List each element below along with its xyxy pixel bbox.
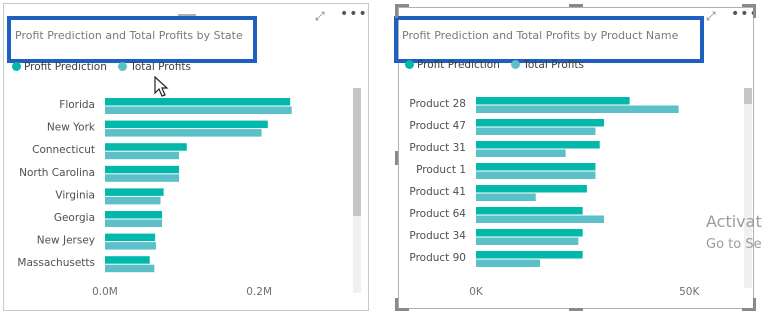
bar-total-profits[interactable] <box>105 264 155 273</box>
bar-profit-prediction[interactable] <box>476 119 604 127</box>
bar-total-profits[interactable] <box>476 105 679 114</box>
category-label: Product 31 <box>409 142 466 154</box>
resize-handle-top[interactable] <box>569 4 583 7</box>
bar-profit-prediction[interactable] <box>476 141 600 149</box>
resize-handle-left[interactable] <box>395 151 398 165</box>
bar-total-profits[interactable] <box>476 127 596 136</box>
bar-total-profits[interactable] <box>476 149 566 158</box>
category-label: Georgia <box>54 212 95 224</box>
resize-handle-bottom[interactable] <box>569 308 583 311</box>
category-label: Product 1 <box>416 164 466 176</box>
bar-total-profits[interactable] <box>105 242 156 250</box>
category-label: North Carolina <box>19 167 95 179</box>
bar-profit-prediction[interactable] <box>105 233 156 242</box>
mouse-pointer-icon <box>154 76 169 97</box>
bar-profit-prediction[interactable] <box>105 188 164 196</box>
resize-handle-bottom-right-v[interactable] <box>753 298 756 311</box>
bar-total-profits[interactable] <box>105 129 262 137</box>
category-label: Massachusetts <box>17 257 95 269</box>
resize-handle-top-right-v[interactable] <box>753 4 756 18</box>
category-label: Product 90 <box>409 252 466 264</box>
bar-profit-prediction[interactable] <box>105 256 150 264</box>
activation-watermark-subtitle: Go to Se <box>706 237 762 252</box>
bar-profit-prediction[interactable] <box>105 143 187 151</box>
visual-profit-by-product[interactable]: ⤢ ••• Profit Prediction and Total Profit… <box>394 4 758 311</box>
scrollbar[interactable] <box>353 88 361 293</box>
bar-total-profits[interactable] <box>105 151 180 160</box>
x-tick-label: 0.2M <box>246 286 272 298</box>
bar-profit-prediction[interactable] <box>476 97 630 105</box>
bar-total-profits[interactable] <box>105 219 163 228</box>
resize-handle-top-left-v[interactable] <box>395 4 398 18</box>
category-label: Product 41 <box>409 186 466 198</box>
x-tick-label: 50K <box>679 286 700 298</box>
category-label: Connecticut <box>32 144 95 156</box>
bar-profit-prediction[interactable] <box>476 229 583 237</box>
category-label: Florida <box>59 99 95 111</box>
scrollbar[interactable] <box>744 88 752 288</box>
category-label: Product 28 <box>409 98 466 110</box>
bar-total-profits[interactable] <box>105 174 180 182</box>
bar-total-profits[interactable] <box>105 196 161 205</box>
category-label: Product 64 <box>409 208 466 220</box>
bar-total-profits[interactable] <box>476 259 540 268</box>
bar-total-profits[interactable] <box>476 215 604 224</box>
bar-total-profits[interactable] <box>476 193 536 202</box>
bar-profit-prediction[interactable] <box>476 185 587 193</box>
bar-total-profits[interactable] <box>105 106 292 115</box>
bar-chart-by-product: Product 28 Product 47 Product 31 Product 1 P… <box>409 97 700 298</box>
bar-chart-by-state: Florida New York Connecticut North Carolina… <box>17 98 292 298</box>
scrollbar-thumb[interactable] <box>744 88 752 104</box>
x-tick-label: 0.0M <box>92 286 118 298</box>
bar-profit-prediction[interactable] <box>105 165 180 174</box>
activation-watermark-title: Activat <box>706 212 762 231</box>
category-label: Virginia <box>55 189 95 201</box>
category-label: Product 34 <box>409 230 466 242</box>
resize-handle-bottom-left-v[interactable] <box>395 298 398 311</box>
category-label: New Jersey <box>37 235 95 247</box>
category-label: New York <box>47 122 96 134</box>
bar-profit-prediction[interactable] <box>105 98 291 106</box>
bar-total-profits[interactable] <box>476 171 596 180</box>
bar-profit-prediction[interactable] <box>476 163 596 171</box>
x-tick-label: 0K <box>469 286 484 298</box>
bar-profit-prediction[interactable] <box>476 251 583 259</box>
bar-total-profits[interactable] <box>476 237 579 246</box>
category-label: Product 47 <box>409 120 466 132</box>
visual-profit-by-state[interactable]: ⤢ ••• Profit Prediction and Total Profit… <box>3 3 369 311</box>
bar-profit-prediction[interactable] <box>105 211 163 219</box>
bar-profit-prediction[interactable] <box>476 207 583 215</box>
scrollbar-thumb[interactable] <box>353 88 361 216</box>
bar-profit-prediction[interactable] <box>105 120 268 129</box>
